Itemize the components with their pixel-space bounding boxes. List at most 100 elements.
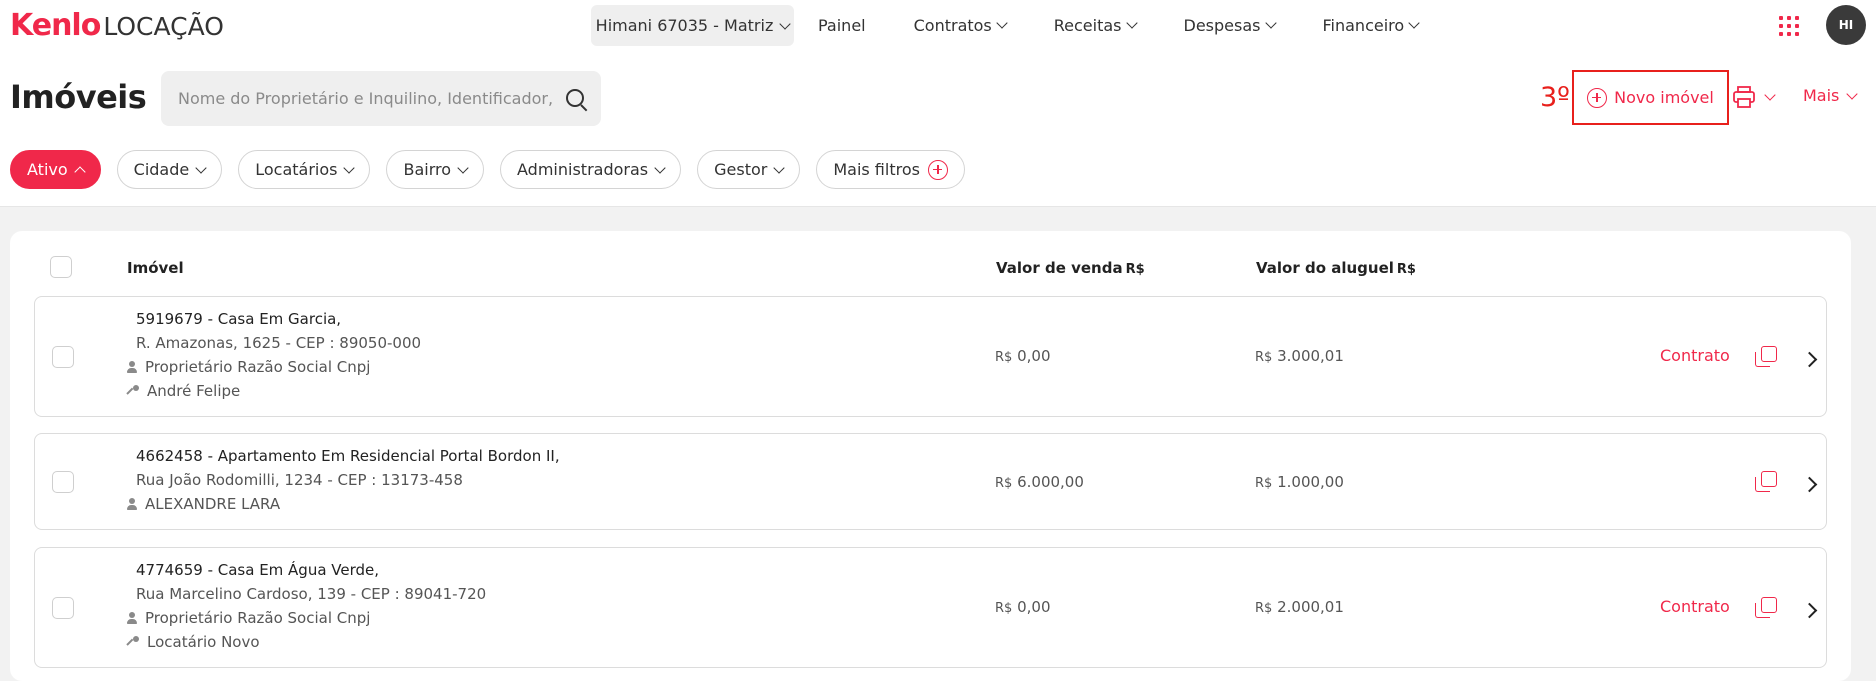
filter-label: Locatários bbox=[255, 160, 338, 179]
filter-label: Ativo bbox=[27, 160, 68, 179]
chevron-down-icon bbox=[996, 17, 1008, 29]
filter-mais-filtros[interactable]: Mais filtros bbox=[816, 150, 965, 189]
copy-icon[interactable] bbox=[1755, 346, 1777, 368]
currency-label: R$ bbox=[995, 601, 1013, 616]
header-rent-value: Valor do aluguel R$ bbox=[1256, 259, 1416, 277]
branch-selector[interactable]: Himani 67035 - Matriz bbox=[591, 5, 794, 46]
filter-label: Cidade bbox=[133, 160, 190, 179]
copy-icon[interactable] bbox=[1755, 597, 1777, 619]
contract-link[interactable]: Contrato bbox=[1660, 346, 1730, 365]
nav-despesas[interactable]: Despesas bbox=[1183, 12, 1277, 38]
more-menu[interactable]: Mais bbox=[1803, 86, 1859, 105]
table-row[interactable]: 5919679 - Casa Em Garcia, R. Amazonas, 1… bbox=[34, 296, 1827, 417]
table-row[interactable]: 4662458 - Apartamento Em Residencial Por… bbox=[34, 433, 1827, 530]
grid-dots-icon[interactable] bbox=[1779, 16, 1799, 36]
chevron-down-icon bbox=[773, 161, 785, 174]
currency-label: R$ bbox=[1255, 476, 1273, 491]
sale-amount: 6.000,00 bbox=[1017, 473, 1084, 491]
new-property-button[interactable]: Novo imóvel bbox=[1572, 70, 1729, 125]
row-checkbox[interactable] bbox=[52, 345, 74, 368]
contract-link[interactable]: Contrato bbox=[1660, 597, 1730, 616]
nav-label: Receitas bbox=[1053, 15, 1122, 35]
property-address: R. Amazonas, 1625 - CEP : 89050-000 bbox=[136, 334, 422, 352]
row-checkbox[interactable] bbox=[52, 470, 74, 493]
step-annotation: 3º bbox=[1540, 82, 1570, 113]
filter-administradoras[interactable]: Administradoras bbox=[500, 150, 682, 189]
filter-locatarios[interactable]: Locatários bbox=[238, 150, 371, 189]
header-sale-label: Valor de venda bbox=[996, 259, 1123, 277]
print-menu[interactable] bbox=[1732, 86, 1776, 108]
chevron-down-icon bbox=[1125, 17, 1138, 29]
chevron-down-icon bbox=[195, 161, 207, 174]
key-icon bbox=[127, 385, 139, 397]
header-property: Imóvel bbox=[127, 259, 184, 277]
branch-label: Himani 67035 - Matriz bbox=[595, 16, 774, 35]
currency-label: R$ bbox=[995, 350, 1013, 365]
avatar[interactable]: HI bbox=[1826, 5, 1866, 45]
select-all-checkbox[interactable] bbox=[50, 256, 72, 278]
chevron-down-icon bbox=[1764, 89, 1776, 101]
page-title: Imóveis bbox=[10, 78, 147, 116]
chevron-right-icon[interactable] bbox=[1801, 475, 1818, 493]
property-owner: Proprietário Razão Social Cnpj bbox=[127, 358, 370, 376]
nav-receitas[interactable]: Receitas bbox=[1053, 12, 1138, 38]
sale-value: R$ 0,00 bbox=[995, 598, 1051, 616]
property-address: Rua João Rodomilli, 1234 - CEP : 13173-4… bbox=[136, 471, 463, 489]
owner-name: Proprietário Razão Social Cnpj bbox=[145, 609, 371, 627]
header-rent-label: Valor do aluguel bbox=[1256, 259, 1394, 277]
filter-cidade[interactable]: Cidade bbox=[116, 150, 223, 189]
filter-ativo[interactable]: Ativo bbox=[10, 150, 101, 189]
filter-bar: Ativo Cidade Locatários Bairro Administr… bbox=[10, 150, 965, 189]
currency-label: R$ bbox=[1125, 262, 1145, 277]
nav-label: Painel bbox=[818, 15, 866, 35]
table-row[interactable]: 4774659 - Casa Em Água Verde, Rua Marcel… bbox=[34, 547, 1827, 668]
filter-gestor[interactable]: Gestor bbox=[697, 150, 801, 189]
plus-circle-icon bbox=[1587, 87, 1608, 108]
kenlo-logo[interactable]: Kenlo LOCAÇÃO bbox=[10, 8, 224, 43]
rent-value: R$ 2.000,01 bbox=[1255, 598, 1344, 616]
rent-amount: 3.000,01 bbox=[1277, 347, 1344, 365]
nav-label: Financeiro bbox=[1322, 15, 1405, 35]
chevron-down-icon bbox=[1408, 17, 1420, 29]
row-checkbox[interactable] bbox=[52, 596, 74, 619]
logo-brand: Kenlo bbox=[10, 8, 101, 43]
search-input[interactable] bbox=[161, 71, 553, 126]
chevron-down-icon bbox=[779, 17, 792, 30]
currency-label: R$ bbox=[1396, 262, 1416, 277]
chevron-right-icon[interactable] bbox=[1801, 350, 1818, 368]
new-property-label: Novo imóvel bbox=[1614, 88, 1714, 107]
sale-amount: 0,00 bbox=[1017, 598, 1051, 616]
search-icon[interactable] bbox=[553, 71, 601, 126]
person-icon bbox=[127, 498, 137, 510]
nav-financeiro[interactable]: Financeiro bbox=[1322, 12, 1420, 38]
filter-label: Gestor bbox=[714, 160, 768, 179]
property-title: 5919679 - Casa Em Garcia, bbox=[136, 310, 342, 328]
chevron-right-icon[interactable] bbox=[1801, 601, 1818, 619]
filter-label: Bairro bbox=[403, 160, 452, 179]
nav-painel[interactable]: Painel bbox=[818, 12, 866, 38]
property-owner: ALEXANDRE LARA bbox=[127, 495, 280, 513]
property-title: 4662458 - Apartamento Em Residencial Por… bbox=[136, 447, 560, 465]
currency-label: R$ bbox=[1255, 350, 1273, 365]
nav-label: Despesas bbox=[1183, 15, 1261, 35]
filter-label: Mais filtros bbox=[833, 160, 920, 179]
nav-label: Contratos bbox=[913, 15, 992, 35]
owner-name: Proprietário Razão Social Cnpj bbox=[145, 358, 371, 376]
filter-bairro[interactable]: Bairro bbox=[386, 150, 485, 189]
main-nav: Painel Contratos Receitas Despesas Finan… bbox=[818, 12, 1466, 38]
sale-amount: 0,00 bbox=[1017, 347, 1051, 365]
logo-product: LOCAÇÃO bbox=[103, 12, 224, 41]
filter-label: Administradoras bbox=[517, 160, 649, 179]
chevron-up-icon bbox=[73, 165, 86, 178]
printer-icon bbox=[1733, 86, 1755, 108]
copy-icon[interactable] bbox=[1755, 471, 1777, 493]
nav-contratos[interactable]: Contratos bbox=[913, 12, 1008, 38]
search-box bbox=[161, 71, 601, 126]
chevron-down-icon bbox=[343, 161, 356, 174]
rent-value: R$ 3.000,01 bbox=[1255, 347, 1344, 365]
chevron-down-icon bbox=[1846, 87, 1859, 100]
rent-value: R$ 1.000,00 bbox=[1255, 473, 1344, 491]
chevron-down-icon bbox=[1264, 17, 1277, 29]
more-label: Mais bbox=[1803, 86, 1840, 105]
property-address: Rua Marcelino Cardoso, 139 - CEP : 89041… bbox=[136, 585, 487, 603]
